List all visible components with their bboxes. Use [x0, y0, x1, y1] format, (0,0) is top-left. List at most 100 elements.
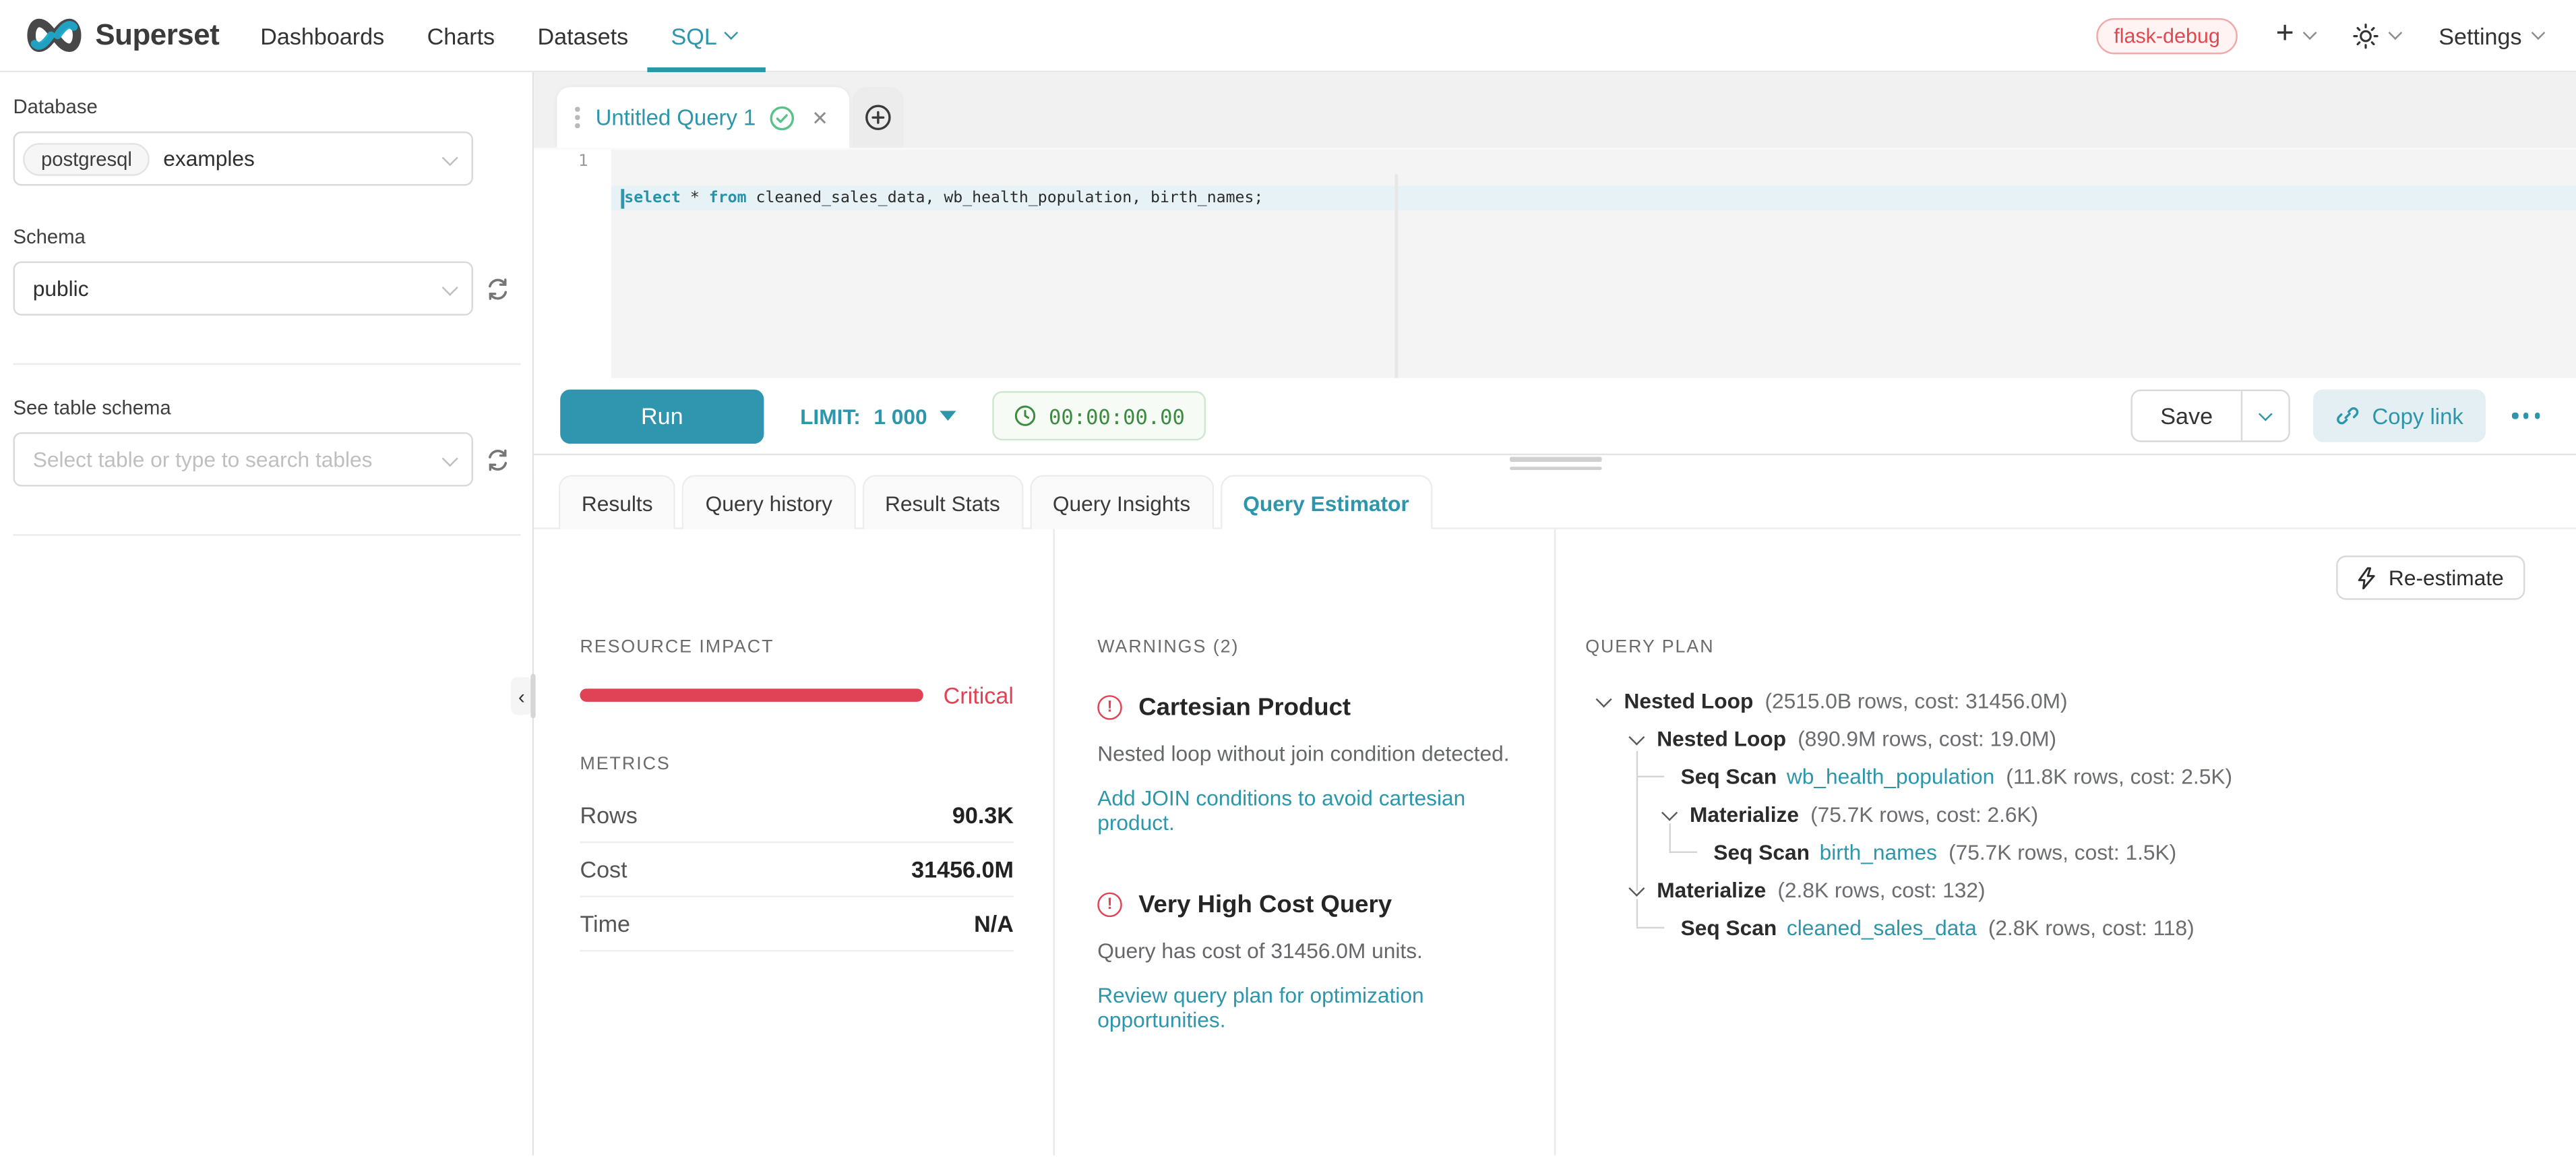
query-tabstrip: Untitled Query 1 ✕ — [534, 72, 2576, 148]
impact-level-label: Critical — [944, 682, 1014, 709]
active-nav-underline — [648, 67, 766, 72]
table-select[interactable]: Select table or type to search tables — [13, 432, 474, 486]
nav-item-dashboards[interactable]: Dashboards — [260, 0, 384, 71]
plan-operation: Seq Scan — [1681, 916, 1777, 941]
chevron-down-icon[interactable] — [1662, 804, 1677, 819]
sidebar-resize-handle[interactable] — [530, 674, 535, 718]
chevron-down-icon[interactable] — [1596, 691, 1611, 706]
query-tab-title[interactable]: Untitled Query 1 — [596, 105, 756, 130]
resource-impact-column: RESOURCE IMPACT Critical METRICS Rows90.… — [534, 529, 1055, 1156]
tab-query-insights[interactable]: Query Insights — [1030, 475, 1214, 529]
tab-results[interactable]: Results — [559, 475, 676, 529]
close-tab-icon[interactable]: ✕ — [811, 106, 828, 129]
metric-label: Time — [580, 910, 630, 937]
nav-item-sql[interactable]: SQL — [671, 0, 737, 71]
plan-table-link[interactable]: wb_health_population — [1787, 764, 1994, 789]
tab-query-history[interactable]: Query history — [682, 475, 855, 529]
result-tabs: ResultsQuery historyResult StatsQuery In… — [534, 472, 2576, 529]
chevron-down-icon — [2259, 407, 2273, 421]
reestimate-button[interactable]: Re-estimate — [2336, 556, 2525, 600]
warning-action-link[interactable]: Add JOIN conditions to avoid cartesian p… — [1097, 785, 1514, 835]
tab-menu-dots-icon[interactable] — [572, 104, 582, 131]
editor-print-margin — [1394, 174, 1397, 378]
tree-tee-connector — [1638, 776, 1664, 777]
editor-gutter: 1 — [534, 150, 611, 378]
plan-node-materialize[interactable]: Materialize(75.7K rows, cost: 2.6K) — [1585, 796, 2543, 833]
query-plan-column: QUERY PLAN Nested Loop(2515.0B rows, cos… — [1556, 529, 2576, 1156]
plan-node-seq-scan-birth-names[interactable]: Seq Scanbirth_names(75.7K rows, cost: 1.… — [1585, 833, 2543, 871]
theme-menu[interactable] — [2353, 22, 2401, 49]
query-timer: 00:00:00.00 — [993, 391, 1206, 440]
tree-elbow-connector — [1636, 927, 1664, 928]
settings-menu[interactable]: Settings — [2439, 22, 2543, 49]
plan-node-nested-loop[interactable]: Nested Loop(890.9M rows, cost: 19.0M) — [1585, 720, 2543, 758]
plan-table-link[interactable]: birth_names — [1820, 840, 1937, 865]
save-options-caret[interactable] — [2241, 391, 2289, 440]
plan-operation: Nested Loop — [1657, 726, 1786, 751]
database-label: Database — [13, 95, 520, 118]
plan-meta: (75.7K rows, cost: 2.6K) — [1810, 802, 2038, 827]
warning-title: Very High Cost Query — [1138, 891, 1392, 918]
copy-link-button[interactable]: Copy link — [2313, 390, 2486, 442]
new-query-tab-button[interactable] — [853, 87, 904, 148]
query-tab-active[interactable]: Untitled Query 1 ✕ — [557, 87, 849, 148]
run-button[interactable]: Run — [560, 388, 764, 442]
metric-label: Cost — [580, 856, 627, 883]
new-item-menu[interactable]: + — [2276, 22, 2316, 49]
refresh-tables-button[interactable] — [485, 446, 511, 473]
plus-icon: + — [2276, 18, 2294, 49]
table-schema-label: See table schema — [13, 396, 520, 419]
editor-code[interactable]: select * from cleaned_sales_data, wb_hea… — [611, 150, 2576, 378]
chevron-down-icon[interactable] — [1629, 729, 1644, 744]
superset-logo-icon — [23, 16, 86, 54]
database-select[interactable]: postgresql examples — [13, 131, 474, 185]
sidebar-collapse-button[interactable]: ‹ — [511, 677, 532, 715]
triangle-down-icon — [940, 411, 956, 421]
refresh-schemas-button[interactable] — [485, 275, 511, 301]
limit-value: 1 000 — [873, 403, 927, 428]
tab-query-estimator[interactable]: Query Estimator — [1220, 475, 1432, 529]
limit-dropdown[interactable]: LIMIT: 1 000 — [800, 403, 956, 428]
plan-meta: (2.8K rows, cost: 118) — [1988, 916, 2195, 941]
chevron-down-icon — [442, 450, 458, 467]
plan-node-nested-loop[interactable]: Nested Loop(2515.0B rows, cost: 31456.0M… — [1585, 682, 2543, 720]
plan-node-seq-scan-wb-health-population[interactable]: Seq Scanwb_health_population(11.8K rows,… — [1585, 758, 2543, 796]
plan-meta: (75.7K rows, cost: 1.5K) — [1949, 840, 2176, 865]
warning-header: ! Very High Cost Query — [1097, 891, 1514, 918]
environment-badge: flask-debug — [2095, 18, 2238, 54]
database-engine-tag: postgresql — [23, 142, 150, 175]
warning-header: !Cartesian Product — [1097, 694, 1514, 721]
chevron-down-icon — [442, 150, 458, 166]
plan-meta: (2.8K rows, cost: 132) — [1777, 878, 1985, 903]
more-actions-icon[interactable] — [2509, 407, 2543, 425]
editor-toolbar: Run LIMIT: 1 000 00:00:00.00 — [534, 378, 2576, 456]
tab-result-stats[interactable]: Result Stats — [862, 475, 1023, 529]
superset-logo[interactable]: Superset — [23, 16, 219, 54]
nav-item-charts[interactable]: Charts — [427, 0, 495, 71]
resource-impact-title: RESOURCE IMPACT — [580, 638, 1014, 657]
plan-meta: (11.8K rows, cost: 2.5K) — [2006, 764, 2232, 789]
sql-text: * — [681, 189, 709, 207]
plan-meta: (2515.0B rows, cost: 31456.0M) — [1765, 688, 2067, 713]
warning-action-link[interactable]: Review query plan for optimization oppor… — [1097, 983, 1514, 1032]
plan-table-link[interactable]: cleaned_sales_data — [1787, 916, 1977, 941]
pane-splitter-handle[interactable] — [534, 455, 2576, 471]
save-split-button: Save — [2130, 390, 2290, 442]
sql-editor[interactable]: 1 select * from cleaned_sales_data, wb_h… — [534, 148, 2576, 378]
schema-select[interactable]: public — [13, 262, 474, 316]
schema-value: public — [23, 276, 88, 301]
superset-app: Superset Dashboards Charts Datasets SQL fl… — [0, 0, 2576, 1157]
tree-elbow-connector — [1669, 852, 1697, 853]
plan-node-materialize[interactable]: Materialize(2.8K rows, cost: 132) — [1585, 871, 2543, 909]
plan-node-seq-scan-cleaned-sales-data[interactable]: Seq Scan cleaned_sales_data (2.8K rows, co… — [1585, 909, 2543, 947]
exclamation-circle-icon: ! — [1097, 893, 1122, 918]
warning-cartesian-product: !Cartesian ProductNested loop without jo… — [1097, 694, 1514, 835]
save-button[interactable]: Save — [2133, 391, 2241, 440]
metrics-list: Rows90.3KCost31456.0MTimeN/A — [580, 789, 1014, 951]
check-circle-icon — [769, 105, 795, 131]
sql-keyword: select — [624, 189, 681, 207]
tree-elbow-connector — [1636, 899, 1638, 926]
sql-keyword: from — [709, 189, 747, 207]
nav-item-datasets[interactable]: Datasets — [537, 0, 628, 71]
nav-item-sql-label: SQL — [671, 22, 717, 49]
